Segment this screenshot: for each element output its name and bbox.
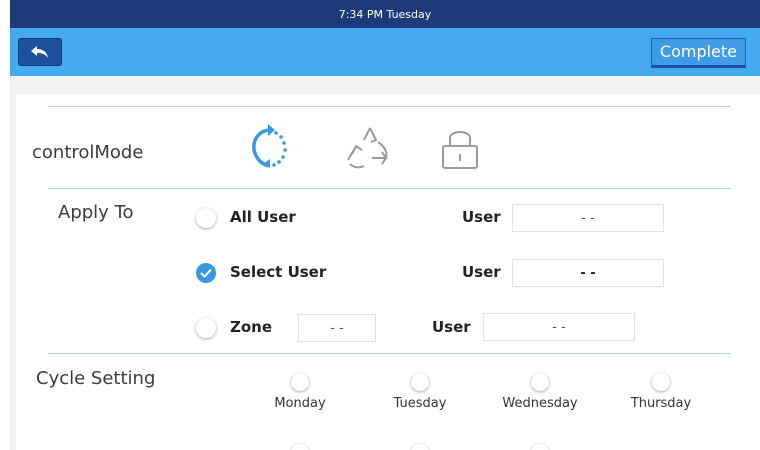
lock-icon[interactable] [438, 124, 482, 174]
user-label: User [432, 318, 471, 336]
all-user-label: All User [230, 208, 296, 226]
settings-card: controlMode Apply To All User User - - S… [16, 94, 760, 450]
divider [48, 353, 730, 354]
settings-panel: controlMode Apply To All User User - - S… [10, 76, 760, 450]
thursday-radio[interactable] [652, 373, 670, 391]
back-arrow-icon [31, 46, 48, 58]
status-bar: 7:34 PM Tuesday [10, 0, 760, 28]
day-radio[interactable] [411, 444, 429, 450]
recycle-icon[interactable] [342, 124, 394, 174]
day-monday: Monday [274, 396, 326, 411]
select-user-label: Select User [230, 263, 327, 281]
day-radio[interactable] [291, 444, 309, 450]
tuesday-radio[interactable] [411, 373, 429, 391]
divider [48, 188, 730, 189]
zone-field[interactable]: - - [298, 314, 376, 342]
user-label: User [462, 208, 501, 226]
back-button[interactable] [18, 38, 62, 66]
select-user-radio[interactable] [196, 263, 216, 283]
zone-user-field[interactable]: - - [483, 313, 635, 341]
complete-button[interactable]: Complete [650, 38, 746, 68]
title-bar: Complete [10, 28, 760, 76]
day-wednesday: Wednesday [502, 396, 578, 411]
day-tuesday: Tuesday [393, 396, 447, 411]
control-mode-label: controlMode [32, 142, 144, 163]
checkmark-icon [200, 268, 212, 278]
cycle-setting-label: Cycle Setting [36, 368, 156, 389]
select-user-user-field[interactable]: - - [512, 259, 664, 287]
all-user-user-field[interactable]: - - [512, 204, 664, 232]
divider [48, 106, 730, 107]
status-time: 7:34 PM Tuesday [338, 7, 432, 21]
day-radio[interactable] [531, 444, 549, 450]
apply-to-label: Apply To [58, 202, 134, 223]
zone-label: Zone [230, 318, 273, 336]
monday-radio[interactable] [291, 373, 309, 391]
wednesday-radio[interactable] [531, 373, 549, 391]
day-thursday: Thursday [630, 396, 692, 411]
user-label: User [462, 263, 501, 281]
cycle-icon[interactable] [248, 124, 294, 174]
all-user-radio[interactable] [196, 208, 216, 228]
zone-radio[interactable] [196, 318, 216, 338]
